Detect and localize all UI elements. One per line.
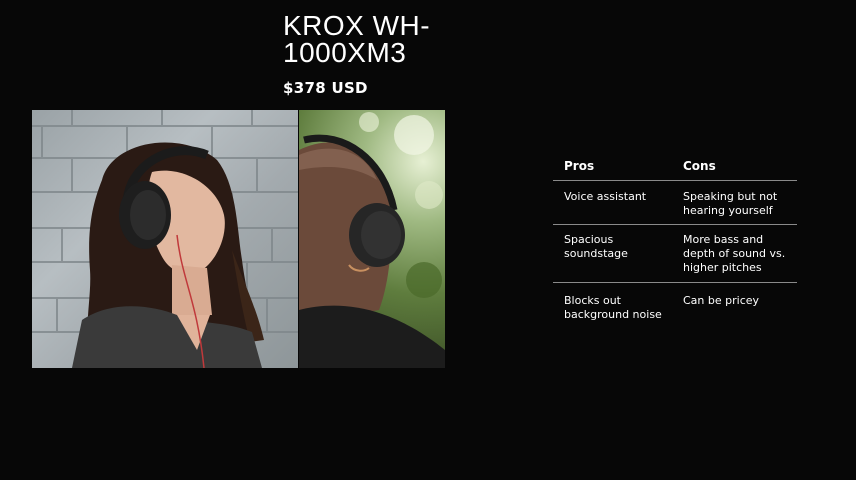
con-cell: More bass and depth of sound vs. higher … [683, 233, 786, 274]
table-row: Blocks out background noise Can be price… [553, 283, 797, 328]
pro-cell: Voice assistant [564, 190, 647, 203]
table-header-row: Pros Cons [553, 150, 797, 181]
pro-cell: Blocks out background noise [564, 294, 662, 321]
product-title: KROX WH-1000XM3 [283, 10, 431, 68]
table-row: Spacious soundstage More bass and depth … [553, 225, 797, 283]
cons-header: Cons [683, 159, 716, 173]
pros-cons-table: Pros Cons Voice assistant Speaking but n… [553, 150, 797, 328]
pro-cell: Spacious soundstage [564, 233, 628, 260]
con-cell: Speaking but not hearing yourself [683, 190, 778, 217]
table-row: Voice assistant Speaking but not hearing… [553, 181, 797, 225]
product-price: $378 USD [283, 79, 368, 97]
pros-header: Pros [564, 159, 595, 173]
woman-with-headphones-photo [32, 110, 298, 368]
man-with-headphones-photo [299, 110, 445, 368]
product-slide: KROX WH-1000XM3 $378 USD Pros Cons Voice… [0, 0, 856, 480]
con-cell: Can be pricey [683, 294, 760, 307]
